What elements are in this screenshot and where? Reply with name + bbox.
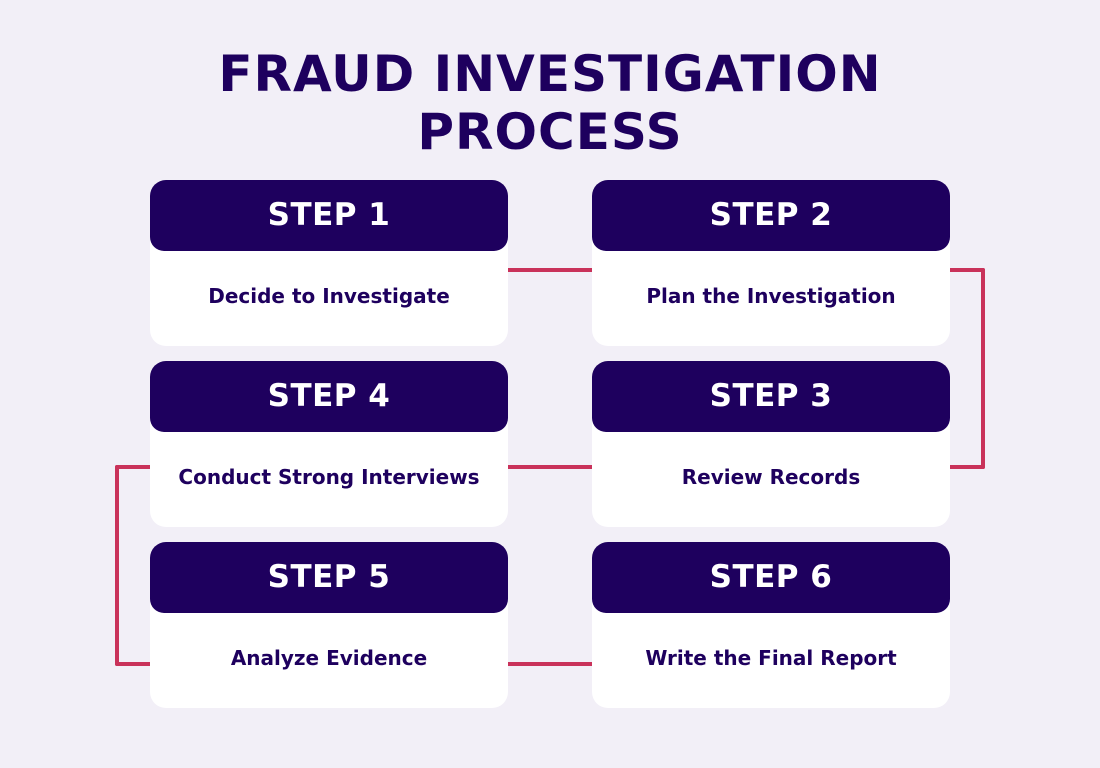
connector-step4-step5-return <box>115 662 152 666</box>
step-label: STEP 4 <box>150 361 508 432</box>
step-label: STEP 1 <box>150 180 508 251</box>
step-label: STEP 6 <box>592 542 950 613</box>
step-card-4: STEP 4 Conduct Strong Interviews <box>150 361 508 527</box>
step-text: Review Records <box>681 465 861 489</box>
connector-step1-step2 <box>506 268 594 272</box>
step-text: Conduct Strong Interviews <box>178 465 480 489</box>
step-label: STEP 3 <box>592 361 950 432</box>
connector-step2-step3-right <box>947 268 985 272</box>
step-card-1: STEP 1 Decide to Investigate <box>150 180 508 346</box>
step-card-6: STEP 6 Write the Final Report <box>592 542 950 708</box>
connector-step2-step3-return <box>947 465 985 469</box>
step-label: STEP 2 <box>592 180 950 251</box>
step-text: Write the Final Report <box>645 646 897 670</box>
step-text: Decide to Investigate <box>208 284 450 308</box>
step-text: Analyze Evidence <box>230 646 428 670</box>
connector-step4-step5-left <box>115 465 152 469</box>
connector-step2-step3-vertical <box>981 268 985 469</box>
connector-step5-step6 <box>506 662 594 666</box>
step-label: STEP 5 <box>150 542 508 613</box>
connector-step3-step4 <box>506 465 594 469</box>
step-card-3: STEP 3 Review Records <box>592 361 950 527</box>
step-card-5: STEP 5 Analyze Evidence <box>150 542 508 708</box>
diagram-title-line-2: PROCESS <box>417 103 683 161</box>
step-card-2: STEP 2 Plan the Investigation <box>592 180 950 346</box>
step-text: Plan the Investigation <box>646 284 896 308</box>
connector-step4-step5-vertical <box>115 465 119 666</box>
diagram-title-line-1: FRAUD INVESTIGATION <box>218 45 882 103</box>
